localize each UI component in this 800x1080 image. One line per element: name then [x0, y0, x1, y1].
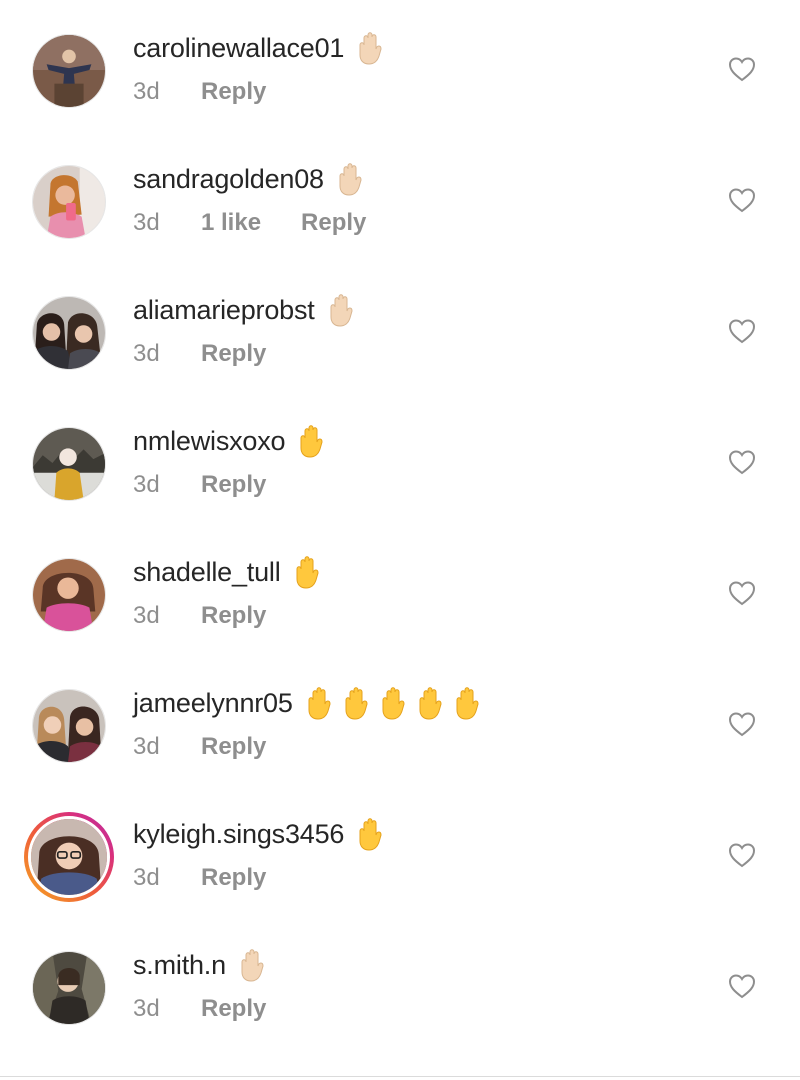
comment-item: sandragolden08 3d 1 like Reply	[0, 131, 800, 262]
reply-button[interactable]: Reply	[201, 864, 266, 892]
comment-item: carolinewallace01 3d Reply	[0, 0, 800, 131]
username[interactable]: carolinewallace01	[133, 33, 344, 64]
avatar	[28, 816, 110, 898]
timestamp: 3d	[133, 864, 160, 891]
reply-button[interactable]: Reply	[201, 471, 266, 499]
timestamp: 3d	[133, 995, 160, 1022]
avatar[interactable]	[32, 165, 106, 239]
timestamp: 3d	[133, 471, 160, 498]
username-row: kyleigh.sings3456	[133, 816, 391, 852]
like-heart-icon[interactable]	[728, 973, 756, 999]
like-count[interactable]: 1 like	[201, 209, 261, 237]
comment-meta: 3d Reply	[133, 731, 266, 763]
reply-button[interactable]: Reply	[201, 340, 266, 368]
comment-text	[334, 162, 371, 196]
comment-text	[303, 686, 488, 720]
raised-hand-light-icon	[354, 31, 386, 65]
comment-item: s.mith.n 3d Reply	[0, 917, 800, 1048]
username[interactable]: s.mith.n	[133, 950, 226, 981]
timestamp: 3d	[133, 602, 160, 629]
comment-item: kyleigh.sings3456 3d Reply	[0, 786, 800, 917]
username-row: nmlewisxoxo	[133, 423, 332, 459]
raised-hand-light-icon	[325, 293, 357, 327]
comment-text	[291, 555, 328, 589]
username-row: carolinewallace01	[133, 30, 391, 66]
username-row: jameelynnr05	[133, 685, 488, 721]
timestamp: 3d	[133, 209, 160, 236]
username[interactable]: shadelle_tull	[133, 557, 281, 588]
raised-hand-light-icon	[334, 162, 366, 196]
reply-button[interactable]: Reply	[201, 602, 266, 630]
raised-hand-yellow-icon	[340, 686, 372, 720]
comment-meta: 3d Reply	[133, 600, 266, 632]
raised-hand-yellow-icon	[354, 817, 386, 851]
raised-hand-light-icon	[236, 948, 268, 982]
like-heart-icon[interactable]	[728, 580, 756, 606]
reply-button[interactable]: Reply	[201, 995, 266, 1023]
like-heart-icon[interactable]	[728, 842, 756, 868]
username-row: shadelle_tull	[133, 554, 328, 590]
comment-meta: 3d Reply	[133, 469, 266, 501]
username-row: sandragolden08	[133, 161, 371, 197]
timestamp: 3d	[133, 340, 160, 367]
avatar[interactable]	[32, 689, 106, 763]
username-row: s.mith.n	[133, 947, 273, 983]
comment-item: aliamarieprobst 3d Reply	[0, 262, 800, 393]
raised-hand-yellow-icon	[414, 686, 446, 720]
comment-list: carolinewallace01 3d Reply sandragolden0…	[0, 0, 800, 1080]
avatar[interactable]	[32, 558, 106, 632]
comment-text	[354, 31, 391, 65]
raised-hand-yellow-icon	[377, 686, 409, 720]
raised-hand-yellow-icon	[451, 686, 483, 720]
reply-button[interactable]: Reply	[201, 78, 266, 106]
reply-button[interactable]: Reply	[301, 209, 366, 237]
comment-text	[354, 817, 391, 851]
username[interactable]: kyleigh.sings3456	[133, 819, 344, 850]
comment-meta: 3d Reply	[133, 862, 266, 894]
like-heart-icon[interactable]	[728, 449, 756, 475]
comment-item: shadelle_tull 3d Reply	[0, 524, 800, 655]
comment-meta: 3d Reply	[133, 993, 266, 1025]
username[interactable]: nmlewisxoxo	[133, 426, 286, 457]
username-row: aliamarieprobst	[133, 292, 362, 328]
username[interactable]: aliamarieprobst	[133, 295, 315, 326]
avatar[interactable]	[32, 427, 106, 501]
comment-text	[236, 948, 273, 982]
avatar-story-ring[interactable]	[24, 812, 114, 902]
like-heart-icon[interactable]	[728, 187, 756, 213]
comment-text	[325, 293, 362, 327]
raised-hand-yellow-icon	[303, 686, 335, 720]
comment-meta: 3d Reply	[133, 76, 266, 108]
avatar[interactable]	[32, 296, 106, 370]
like-heart-icon[interactable]	[728, 56, 756, 82]
avatar[interactable]	[32, 34, 106, 108]
timestamp: 3d	[133, 733, 160, 760]
reply-button[interactable]: Reply	[201, 733, 266, 761]
avatar[interactable]	[32, 951, 106, 1025]
comment-text	[295, 424, 332, 458]
username[interactable]: sandragolden08	[133, 164, 324, 195]
raised-hand-yellow-icon	[291, 555, 323, 589]
comment-meta: 3d Reply	[133, 338, 266, 370]
comment-item: nmlewisxoxo 3d Reply	[0, 393, 800, 524]
comment-meta: 3d 1 like Reply	[133, 207, 366, 239]
username[interactable]: jameelynnr05	[133, 688, 293, 719]
divider	[0, 1076, 800, 1077]
timestamp: 3d	[133, 78, 160, 105]
like-heart-icon[interactable]	[728, 711, 756, 737]
raised-hand-yellow-icon	[295, 424, 327, 458]
like-heart-icon[interactable]	[728, 318, 756, 344]
comment-item: jameelynnr05 3d Reply	[0, 655, 800, 786]
